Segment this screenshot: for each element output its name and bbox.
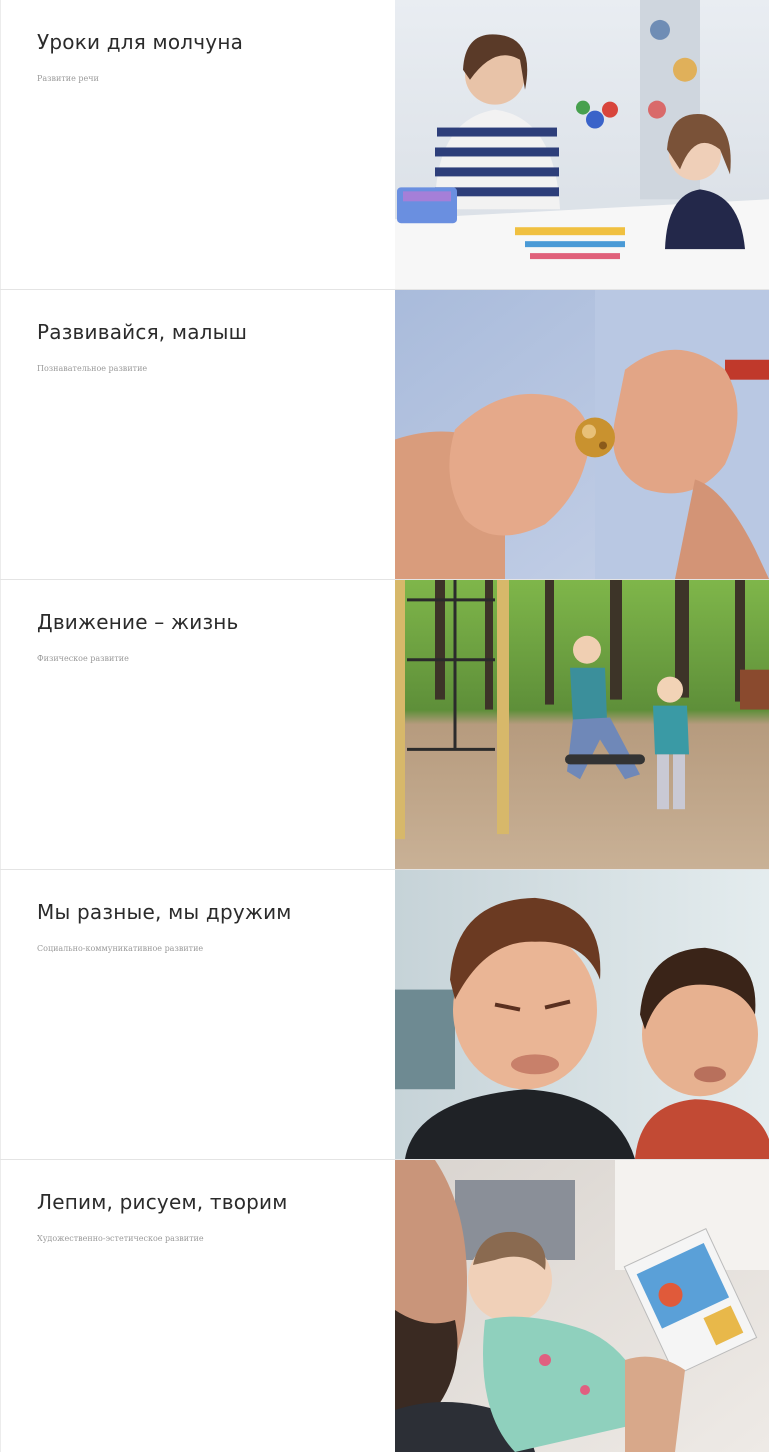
program-title[interactable]: Мы разные, мы дружим — [37, 900, 375, 924]
program-card-text: Уроки для молчуна Развитие речи — [0, 0, 395, 289]
program-card-text: Развивайся, малыш Познавательное развити… — [0, 290, 395, 579]
program-card[interactable]: Развивайся, малыш Познавательное развити… — [0, 290, 769, 580]
program-list: Уроки для молчуна Развитие речи Развивай… — [0, 0, 769, 1452]
program-title[interactable]: Движение – жизнь — [37, 610, 375, 634]
speech-lesson-photo — [395, 0, 769, 289]
program-title[interactable]: Развивайся, малыш — [37, 320, 375, 344]
program-card-text: Лепим, рисуем, творим Художественно-эсте… — [0, 1160, 395, 1452]
boys-funny-faces-photo — [395, 870, 769, 1159]
program-category: Социально-коммуникативное развитие — [37, 944, 204, 953]
child-hands-bead-photo — [395, 290, 769, 579]
program-title[interactable]: Уроки для молчуна — [37, 30, 375, 54]
father-baby-book-photo — [395, 1160, 769, 1452]
program-card[interactable]: Движение – жизнь Физическое развитие — [0, 580, 769, 870]
program-card[interactable]: Лепим, рисуем, творим Художественно-эсте… — [0, 1160, 769, 1452]
program-category: Физическое развитие — [37, 654, 129, 663]
program-title[interactable]: Лепим, рисуем, творим — [37, 1190, 375, 1214]
program-category: Познавательное развитие — [37, 364, 148, 373]
program-category: Развитие речи — [37, 74, 99, 83]
program-card-text: Мы разные, мы дружим Социально-коммуника… — [0, 870, 395, 1159]
program-card[interactable]: Мы разные, мы дружим Социально-коммуника… — [0, 870, 769, 1160]
program-card-text: Движение – жизнь Физическое развитие — [0, 580, 395, 869]
program-category: Художественно-эстетическое развитие — [37, 1234, 204, 1243]
kids-swing-park-photo — [395, 580, 769, 869]
program-card[interactable]: Уроки для молчуна Развитие речи — [0, 0, 769, 290]
